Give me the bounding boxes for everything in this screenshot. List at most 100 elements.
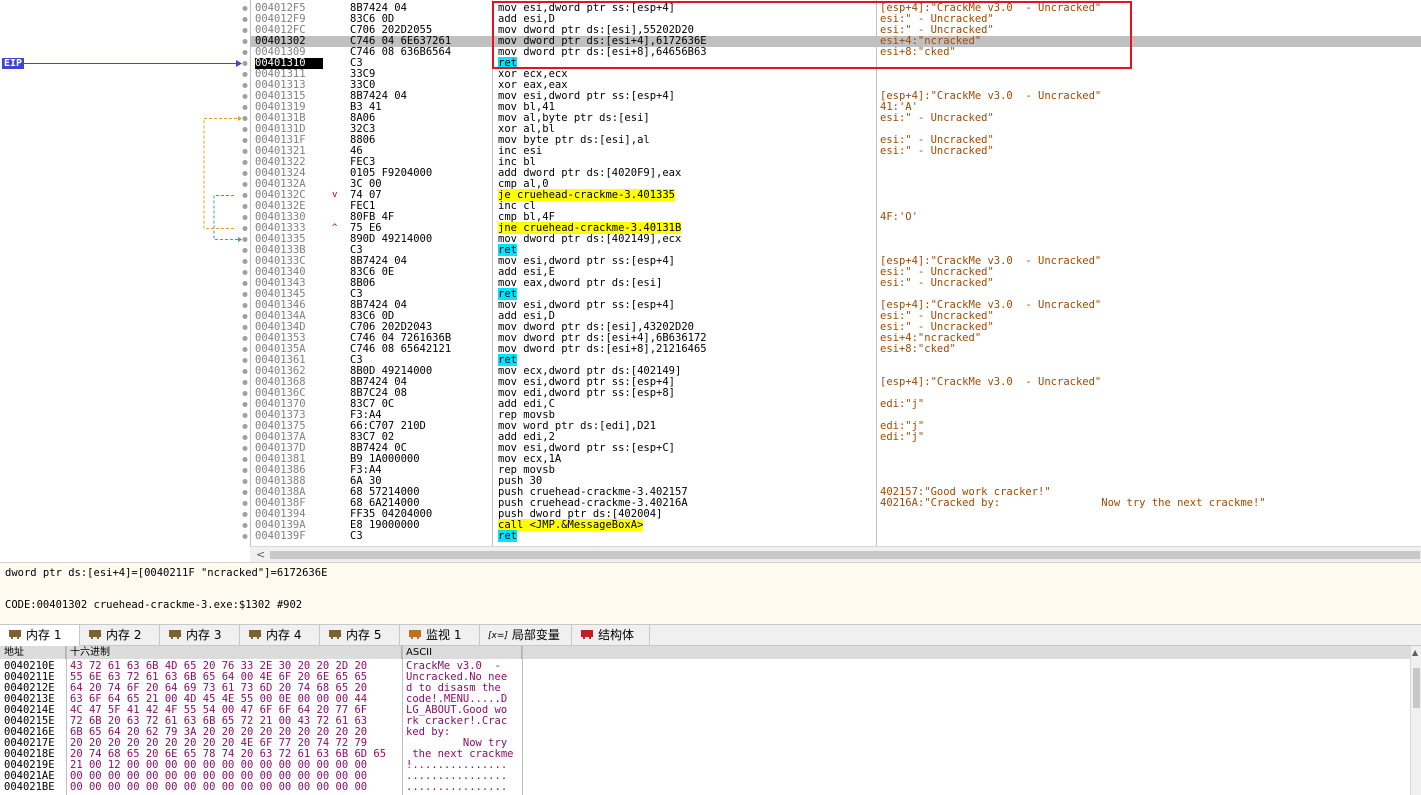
breakpoint-dot[interactable] (242, 105, 248, 110)
instruction-row[interactable]: 00401375 66:C707 210D mov word ptr ds:[edi… (250, 421, 1421, 432)
disassembly-view[interactable]: EIP 004012F5 8B7424 04 mov esi,dword ptr s… (0, 0, 1421, 546)
instruction-row[interactable]: 00401335 890D 49214000 mov dword ptr ds:[4… (250, 234, 1421, 245)
memory-dump-view[interactable]: 地址 十六进制 ASCII 0040210E 43 72 61 63 6B 4D … (0, 646, 1421, 795)
instruction-row[interactable]: 0040132E FEC1 inc cl (250, 201, 1421, 212)
tab-4[interactable]: 内存 4 (240, 625, 320, 646)
breakpoint-dot[interactable] (242, 336, 248, 341)
instruction-row[interactable]: 0040139F C3 ret (250, 530, 1421, 542)
instruction-row[interactable]: 00401346 8B7424 04 mov esi,dword ptr ss:[e… (250, 300, 1421, 311)
breakpoint-dot[interactable] (242, 171, 248, 176)
breakpoint-dot[interactable] (242, 270, 248, 275)
breakpoint-dot[interactable] (242, 402, 248, 407)
instruction-row[interactable]: 00401370 83C7 0C add edi,C edi:"j" (250, 399, 1421, 410)
breakpoint-dot[interactable] (242, 138, 248, 143)
instruction-row[interactable]: 0040133B C3 ret (250, 244, 1421, 256)
breakpoint-dot[interactable] (242, 435, 248, 440)
instruction-row[interactable]: 00401321 46 inc esi esi:" - Uncracked" (250, 146, 1421, 157)
breakpoint-dot[interactable] (242, 391, 248, 396)
breakpoint-dot[interactable] (242, 259, 248, 264)
tab-1[interactable]: 内存 1 (0, 625, 80, 646)
instruction-row[interactable]: 00401311 33C9 xor ecx,ecx (250, 69, 1421, 80)
breakpoint-dot[interactable] (242, 160, 248, 165)
instruction-row[interactable]: 00401386 F3:A4 rep movsb (250, 465, 1421, 476)
breakpoint-dot[interactable] (242, 380, 248, 385)
instruction-row[interactable]: 0040132C v 74 07 je cruehead-crackme-3.4013… (250, 189, 1421, 201)
instruction-row[interactable]: 0040131D 32C3 xor al,bl (250, 124, 1421, 135)
instruction-row[interactable]: 0040133C 8B7424 04 mov esi,dword ptr ss:[e… (250, 256, 1421, 267)
tab-2[interactable]: 内存 2 (80, 625, 160, 646)
breakpoint-dot[interactable] (242, 248, 248, 253)
scroll-thumb[interactable] (270, 551, 1420, 559)
breakpoint-dot[interactable] (242, 193, 248, 198)
breakpoint-dot[interactable] (242, 523, 248, 528)
breakpoint-dot[interactable] (242, 424, 248, 429)
instruction-row[interactable]: 00401388 6A 30 push 30 (250, 476, 1421, 487)
breakpoint-dot[interactable] (242, 358, 248, 363)
breakpoint-dot[interactable] (242, 281, 248, 286)
instruction-row[interactable]: 00401319 B3 41 mov bl,41 41:'A' (250, 102, 1421, 113)
instruction-row[interactable]: 00401340 83C6 0E add esi,E esi:" - Uncracke… (250, 267, 1421, 278)
instruction-row[interactable]: 00401368 8B7424 04 mov esi,dword ptr ss:[e… (250, 377, 1421, 388)
breakpoint-dot[interactable] (242, 369, 248, 374)
horizontal-scrollbar[interactable]: < (250, 546, 1421, 562)
vertical-scrollbar[interactable]: ▲ (1410, 646, 1421, 795)
tab-8[interactable]: 结构体 (572, 625, 650, 646)
breakpoint-dot[interactable] (242, 17, 248, 22)
breakpoint-dot[interactable] (242, 468, 248, 473)
column-header-address[interactable]: 地址 (0, 646, 66, 659)
instruction-row[interactable]: 0040135A C746 08 65642121 mov dword ptr ds… (250, 344, 1421, 355)
column-header-hex[interactable]: 十六进制 (66, 646, 402, 659)
breakpoint-dot[interactable] (242, 6, 248, 11)
breakpoint-dot[interactable] (242, 127, 248, 132)
breakpoint-dot[interactable] (242, 149, 248, 154)
instruction-row[interactable]: 00401324 0105 F9204000 add dword ptr ds:[4… (250, 168, 1421, 179)
instruction-row[interactable]: 0040136C 8B7C24 08 mov edi,dword ptr ss:[e… (250, 388, 1421, 399)
breakpoint-dot[interactable] (242, 534, 248, 539)
tab-3[interactable]: 内存 3 (160, 625, 240, 646)
instruction-row[interactable]: 00401343 8B06 mov eax,dword ptr ds:[esi] es… (250, 278, 1421, 289)
breakpoint-dot[interactable] (242, 204, 248, 209)
breakpoint-dot[interactable] (242, 479, 248, 484)
breakpoint-dot[interactable] (242, 215, 248, 220)
instruction-row[interactable]: 0040132A 3C 00 cmp al,0 (250, 179, 1421, 190)
instruction-row[interactable]: 00401313 33C0 xor eax,eax (250, 80, 1421, 91)
breakpoint-dot[interactable] (242, 116, 248, 121)
breakpoint-dot[interactable] (242, 237, 248, 242)
instruction-row[interactable]: 0040137D 8B7424 0C mov esi,dword ptr ss:[e… (250, 443, 1421, 454)
breakpoint-dot[interactable] (242, 94, 248, 99)
breakpoint-dot[interactable] (242, 347, 248, 352)
breakpoint-dot[interactable] (242, 314, 248, 319)
breakpoint-dot[interactable] (242, 512, 248, 517)
breakpoint-dot[interactable] (242, 490, 248, 495)
breakpoint-dot[interactable] (242, 72, 248, 77)
instruction-row[interactable]: 00401381 B9 1A000000 mov ecx,1A (250, 454, 1421, 465)
breakpoint-dot[interactable] (242, 501, 248, 506)
instruction-row[interactable]: 00401330 80FB 4F cmp bl,4F 4F:'O' (250, 212, 1421, 223)
breakpoint-dot[interactable] (242, 446, 248, 451)
breakpoint-dot[interactable] (242, 83, 248, 88)
instruction-row[interactable]: 0040139A E8 19000000 call <JMP.&MessageBox… (250, 519, 1421, 531)
scroll-up-icon[interactable]: ▲ (1412, 648, 1418, 657)
instruction-row[interactable]: 00401345 C3 ret (250, 288, 1421, 300)
breakpoint-dot[interactable] (242, 28, 248, 33)
instruction-row[interactable]: 0040131F 8806 mov byte ptr ds:[esi],al esi:… (250, 135, 1421, 146)
instruction-row[interactable]: 0040131B 8A06 mov al,byte ptr ds:[esi] esi:… (250, 113, 1421, 124)
instruction-row[interactable]: 00401362 8B0D 49214000 mov ecx,dword ptr d… (250, 366, 1421, 377)
breakpoint-dot[interactable] (242, 325, 248, 330)
breakpoint-dot[interactable] (242, 457, 248, 462)
instruction-row[interactable]: 00401315 8B7424 04 mov esi,dword ptr ss:[e… (250, 91, 1421, 102)
tab-7[interactable]: [x=] 局部变量 (480, 625, 572, 646)
instruction-list[interactable]: 004012F5 8B7424 04 mov esi,dword ptr ss:[e… (250, 3, 1421, 542)
breakpoint-dot[interactable] (242, 226, 248, 231)
breakpoint-dot[interactable] (242, 61, 248, 66)
breakpoint-dot[interactable] (242, 50, 248, 55)
column-header-ascii[interactable]: ASCII (402, 646, 522, 659)
breakpoint-dot[interactable] (242, 303, 248, 308)
breakpoint-dot[interactable] (242, 292, 248, 297)
tab-5[interactable]: 内存 5 (320, 625, 400, 646)
instruction-row[interactable]: 00401394 FF35 04204000 push dword ptr ds:[… (250, 509, 1421, 520)
breakpoint-dot[interactable] (242, 413, 248, 418)
scroll-left-icon[interactable]: < (256, 548, 265, 561)
breakpoint-dot[interactable] (242, 182, 248, 187)
scroll-thumb[interactable] (1413, 668, 1420, 708)
